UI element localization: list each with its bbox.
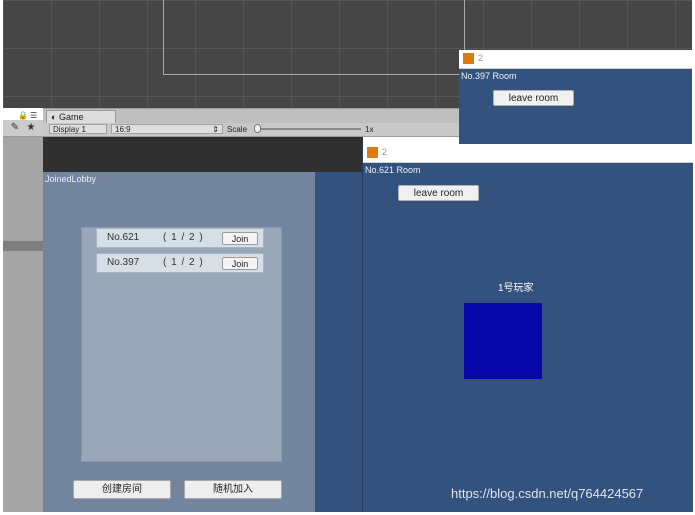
aspect-value: 16:9 <box>115 125 131 134</box>
create-room-button[interactable]: 创建房间 <box>73 480 171 499</box>
game-toolbar: Display 1 16:9 ⇕ Scale 1x <box>43 123 463 137</box>
app-icon <box>367 147 378 158</box>
random-join-button[interactable]: 随机加入 <box>184 480 282 499</box>
window-titlebar[interactable]: 2 <box>459 50 692 69</box>
game-view-letterbox <box>43 137 363 172</box>
app-icon <box>463 53 474 64</box>
game-view-background <box>315 172 363 512</box>
room-label: No.621 Room <box>365 165 421 175</box>
room-name: No.621 <box>107 232 140 243</box>
room-list[interactable]: No.621 ( 1 / 2 ) Join No.397 ( 1 / 2 ) J… <box>81 227 282 462</box>
left-panel: ✎ ★ <box>3 120 44 512</box>
join-button[interactable]: Join <box>222 257 258 270</box>
scale-value: 1x <box>365 125 374 134</box>
leave-room-button[interactable]: leave room <box>493 90 574 106</box>
room-row[interactable]: No.397 ( 1 / 2 ) Join <box>96 253 264 273</box>
player-label: 1号玩家 <box>498 283 534 294</box>
leave-room-button[interactable]: leave room <box>398 185 479 201</box>
left-panel-toolbar: ✎ ★ <box>3 120 43 137</box>
scale-slider-handle[interactable] <box>254 124 261 133</box>
window-titlebar[interactable]: 2 <box>363 144 693 163</box>
game-tab-label: Game <box>58 112 84 122</box>
lock-icon[interactable]: 🔒 <box>18 111 28 120</box>
star-icon[interactable]: ★ <box>25 122 37 134</box>
scale-slider[interactable] <box>257 128 361 130</box>
room-label: No.397 Room <box>461 71 517 81</box>
scale-label: Scale <box>227 125 248 134</box>
chevron-down-icon: ⇕ <box>212 125 219 134</box>
player-window-front[interactable]: 2 No.621 Room leave room 1号玩家 <box>362 144 693 512</box>
aspect-select[interactable]: 16:9 ⇕ <box>111 124 223 134</box>
window-title: 2 <box>382 147 388 157</box>
left-panel-selection[interactable] <box>3 241 43 251</box>
display-select[interactable]: Display 1 <box>49 124 107 134</box>
tag-icon[interactable]: ✎ <box>9 122 21 134</box>
window-title: 2 <box>478 53 484 63</box>
tab-game[interactable]: ◐ Game <box>46 110 116 123</box>
room-count: ( 1 / 2 ) <box>163 257 204 268</box>
game-tab-icon: ◐ <box>51 112 59 122</box>
menu-icon[interactable]: ☰ <box>30 111 37 120</box>
room-row[interactable]: No.621 ( 1 / 2 ) Join <box>96 228 264 248</box>
player-window-back[interactable]: 2 No.397 Room leave room <box>459 50 692 145</box>
lobby-title: JoinedLobby <box>45 174 97 184</box>
room-count: ( 1 / 2 ) <box>163 232 204 243</box>
watermark: https://blog.csdn.net/q764424567 <box>451 486 644 501</box>
join-button[interactable]: Join <box>222 232 258 245</box>
player-avatar <box>464 303 542 379</box>
lobby-panel: JoinedLobby No.621 ( 1 / 2 ) Join No.397… <box>43 172 315 512</box>
scene-camera-frame <box>163 0 465 75</box>
tab-strip: ◐ Game <box>43 108 463 123</box>
room-name: No.397 <box>107 257 140 268</box>
display-value: Display 1 <box>53 125 86 134</box>
